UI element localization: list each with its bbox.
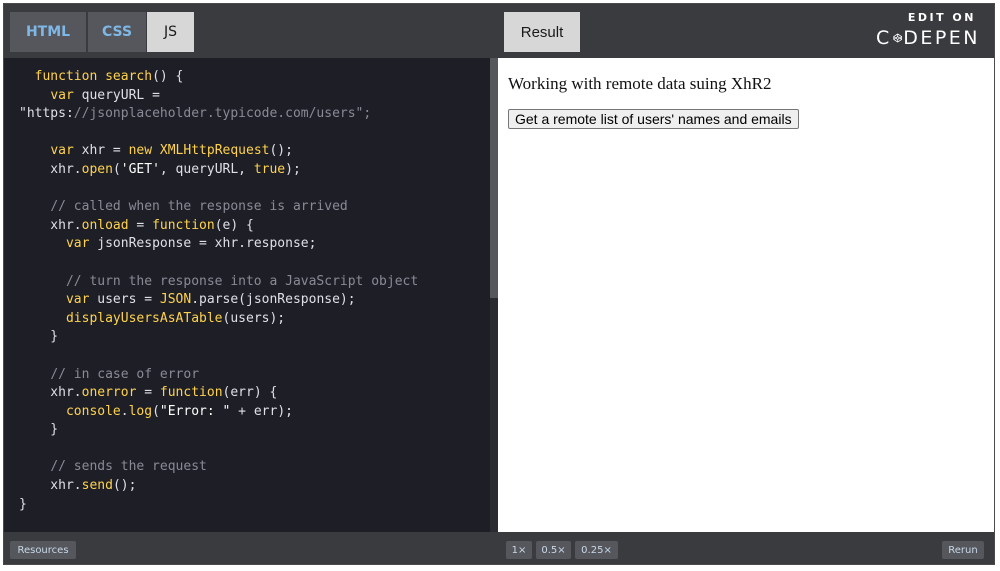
rerun-button[interactable]: Rerun	[942, 541, 984, 559]
tab-html[interactable]: HTML	[10, 12, 86, 52]
logo-edit-on-text: EDIT ON	[907, 11, 976, 24]
code-line: var users = JSON.parse(jsonResponse);	[65, 292, 356, 308]
code-line: xhr.onload = function(e) {	[19, 217, 254, 233]
logo-depen-letters: DEPEN	[903, 27, 980, 49]
code-line: xhr.open('GET', queryURL, true);	[19, 161, 301, 177]
logo-codepen-wordmark: C DEPEN	[876, 27, 980, 49]
tab-js[interactable]: JS	[147, 12, 194, 52]
code-line: console.log("Error: " + err);	[65, 403, 293, 419]
get-users-button[interactable]: Get a remote list of users' names and em…	[508, 109, 799, 129]
edit-on-codepen-link[interactable]: EDIT ON C DEPEN	[876, 12, 980, 50]
code-scrollbar-thumb[interactable]	[490, 58, 498, 298]
code-line: "https://jsonplaceholder.typicode.com/us…	[19, 106, 372, 122]
code-line: // turn the response into a JavaScript o…	[65, 273, 419, 289]
zoom-0.25x-button[interactable]: 0.25×	[575, 541, 618, 559]
resources-button[interactable]: Resources	[10, 541, 76, 559]
zoom-1x-button[interactable]: 1×	[506, 541, 532, 559]
code-line: var jsonResponse = xhr.response;	[65, 236, 317, 252]
code-block: function search() { var queryURL = "http…	[4, 58, 490, 514]
zoom-0.5x-button[interactable]: 0.5×	[536, 541, 571, 559]
code-line: }	[19, 422, 59, 438]
code-line: // sends the request	[50, 459, 207, 475]
bottom-toolbar: Resources 1× 0.5× 0.25× Rerun	[4, 532, 994, 564]
js-code-editor[interactable]: function search() { var queryURL = "http…	[4, 58, 490, 532]
code-line: xhr.send();	[19, 478, 137, 494]
logo-c-letter: C	[876, 27, 892, 49]
codepen-logo-icon	[893, 33, 902, 43]
codepen-embed: HTML CSS JS Result EDIT ON C DEPEN funct…	[3, 3, 995, 565]
code-line: function search() {	[34, 69, 184, 84]
code-line: }	[19, 329, 59, 345]
code-line: var xhr = new XMLHttpRequest();	[50, 143, 293, 159]
result-tab-bar: Result EDIT ON C DEPEN	[498, 4, 994, 58]
code-line: // in case of error	[50, 366, 200, 382]
code-line: // called when the response is arrived	[50, 199, 348, 215]
code-line: xhr.onerror = function(err) {	[19, 385, 278, 401]
code-line: var queryURL =	[50, 87, 160, 103]
tab-css[interactable]: CSS	[88, 12, 146, 52]
code-line: }	[19, 496, 27, 512]
editor-tab-bar: HTML CSS JS	[4, 4, 498, 58]
result-heading: Working with remote data suing XhR2	[508, 74, 772, 93]
result-preview: Working with remote data suing XhR2 Get …	[498, 58, 994, 532]
tab-result[interactable]: Result	[504, 12, 580, 52]
code-line: displayUsersAsATable(users);	[65, 310, 286, 326]
